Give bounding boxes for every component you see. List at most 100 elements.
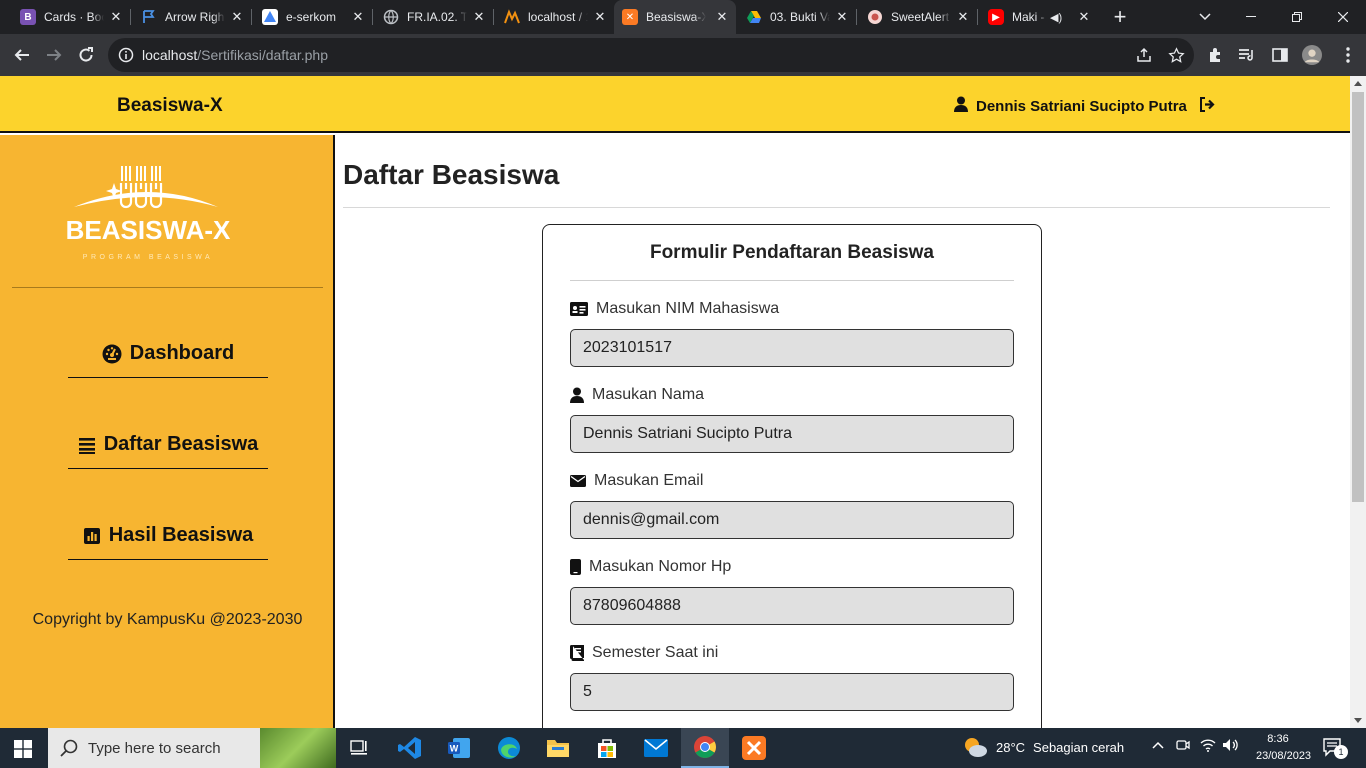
search-highlight-image [260, 728, 336, 768]
phone-input[interactable] [570, 587, 1014, 625]
close-icon[interactable]: ✕ [592, 9, 608, 25]
browser-tab[interactable]: B Cards · Bootstrap ✕ [12, 0, 130, 34]
url-text[interactable]: localhost/Sertifikasi/daftar.php [142, 47, 328, 63]
user-menu[interactable]: Dennis Satriani Sucipto Putra [954, 96, 1216, 116]
avatar[interactable] [1302, 45, 1322, 65]
list-icon [78, 436, 96, 454]
search-icon [60, 739, 78, 762]
vscode-app[interactable] [386, 728, 434, 768]
field-label-text: Masukan Email [594, 472, 704, 489]
close-icon[interactable]: ✕ [1076, 9, 1092, 25]
semester-label: Semester Saat ini [570, 644, 718, 662]
sidebar-item-label: Dashboard [129, 342, 235, 364]
store-app[interactable] [583, 728, 631, 768]
svg-text:W: W [450, 744, 459, 754]
logout-icon[interactable] [1199, 96, 1216, 116]
semester-input[interactable] [570, 673, 1014, 711]
envelope-icon [570, 475, 586, 487]
name-label: Masukan Nama [570, 386, 704, 404]
file-explorer-app[interactable] [534, 728, 582, 768]
tab-search-button[interactable] [1182, 0, 1228, 34]
logo-text: BEASISWA-X [66, 215, 231, 245]
side-panel-icon[interactable] [1270, 45, 1290, 65]
volume-icon[interactable] [1222, 738, 1238, 755]
browser-tab[interactable]: e-serkom ✕ [254, 0, 372, 34]
menu-kebab-icon[interactable] [1338, 45, 1358, 65]
nim-label: Masukan NIM Mahasiswa [570, 300, 779, 318]
extensions-icon[interactable] [1206, 45, 1226, 65]
sidebar: BEASISWA-X PROGRAM BEASISWA Dashboard Da… [0, 135, 335, 728]
minimize-button[interactable] [1228, 0, 1274, 34]
browser-tab[interactable]: FR.IA.02. TPD ✕ [375, 0, 493, 34]
bookmark-star-icon[interactable] [1166, 45, 1186, 65]
info-icon[interactable] [118, 47, 134, 63]
window-close-button[interactable] [1320, 0, 1366, 34]
browser-tab[interactable]: SweetAlert ✕ [859, 0, 977, 34]
reload-icon [79, 47, 93, 62]
page-viewport: Beasiswa-X Dennis Satriani Sucipto Putra [0, 76, 1350, 728]
main-content: Daftar Beasiswa Formulir Pendaftaran Bea… [337, 135, 1350, 728]
name-input[interactable] [570, 415, 1014, 453]
meet-icon[interactable] [1176, 738, 1190, 755]
task-view-button[interactable] [336, 728, 384, 768]
sidebar-item-dashboard[interactable]: Dashboard [68, 330, 268, 378]
notification-button[interactable]: 1 [1322, 737, 1348, 762]
chevron-up-icon[interactable] [1152, 738, 1164, 752]
restore-button[interactable] [1274, 0, 1320, 34]
browser-tab[interactable]: 03. Bukti Valid ✕ [738, 0, 856, 34]
scroll-up-arrow[interactable] [1354, 81, 1362, 86]
flag-icon [141, 9, 157, 25]
word-app[interactable]: W [435, 728, 483, 768]
windows-start-button[interactable] [14, 740, 32, 758]
drive-icon [746, 9, 762, 25]
sidebar-item-label: Daftar Beasiswa [103, 433, 259, 455]
brand-title[interactable]: Beasiswa-X [117, 95, 223, 117]
edge-app[interactable] [485, 728, 533, 768]
windows-logo-icon [14, 740, 32, 758]
browser-tab-active[interactable]: ✕ Beasiswa-X ✕ [614, 0, 736, 34]
sidebar-item-daftar-beasiswa[interactable]: Daftar Beasiswa [68, 421, 268, 469]
sidebar-item-hasil-beasiswa[interactable]: Hasil Beasiswa [68, 512, 268, 560]
xampp-icon [742, 736, 766, 760]
nim-input[interactable] [570, 329, 1014, 367]
scroll-down-arrow[interactable] [1354, 718, 1362, 723]
word-icon: W [448, 738, 470, 758]
close-icon [1338, 12, 1348, 22]
page-scrollbar[interactable] [1350, 76, 1366, 728]
tab-title: FR.IA.02. TPD [407, 10, 467, 24]
close-icon[interactable]: ✕ [471, 9, 487, 25]
reload-button[interactable] [74, 43, 98, 67]
email-field[interactable] [570, 501, 1014, 539]
page-title: Daftar Beasiswa [343, 159, 560, 190]
reading-list-icon[interactable] [1237, 45, 1257, 65]
close-icon[interactable]: ✕ [350, 9, 366, 25]
close-icon[interactable]: ✕ [108, 9, 124, 25]
tab-title: e-serkom [286, 10, 337, 24]
browser-tab[interactable]: ▶ Maki - YouTube ◀) ✕ [980, 0, 1098, 34]
clock-date: 23/08/2023 [1256, 750, 1312, 762]
chrome-app[interactable] [681, 728, 729, 768]
clock-time: 8:36 [1267, 733, 1289, 745]
weather-widget[interactable]: 28°C Sebagian cerah [962, 736, 1124, 758]
close-icon[interactable]: ✕ [714, 9, 730, 25]
browser-tab[interactable]: Arrow Right ✕ [133, 0, 251, 34]
back-button[interactable] [10, 43, 34, 67]
browser-tab[interactable]: localhost / 127 ✕ [496, 0, 614, 34]
xampp-app[interactable] [730, 728, 778, 768]
share-icon[interactable] [1134, 45, 1154, 65]
new-tab-button[interactable]: + [1108, 5, 1132, 29]
wifi-icon[interactable] [1200, 738, 1216, 755]
scroll-thumb[interactable] [1352, 92, 1364, 502]
forward-button[interactable] [42, 43, 66, 67]
speaker-icon[interactable]: ◀) [1050, 11, 1062, 24]
close-icon[interactable]: ✕ [955, 9, 971, 25]
taskbar-search-box[interactable]: Type here to search [48, 728, 336, 768]
logo-subtext: PROGRAM BEASISWA [83, 254, 213, 261]
mail-app[interactable] [632, 728, 680, 768]
tab-title: localhost / 127 [528, 10, 588, 24]
close-icon[interactable]: ✕ [229, 9, 245, 25]
user-name: Dennis Satriani Sucipto Putra [976, 97, 1187, 115]
system-clock[interactable]: 8:36 23/08/2023 [1256, 731, 1312, 765]
close-icon[interactable]: ✕ [834, 9, 850, 25]
sidebar-item-label: Hasil Beasiswa [108, 524, 254, 546]
